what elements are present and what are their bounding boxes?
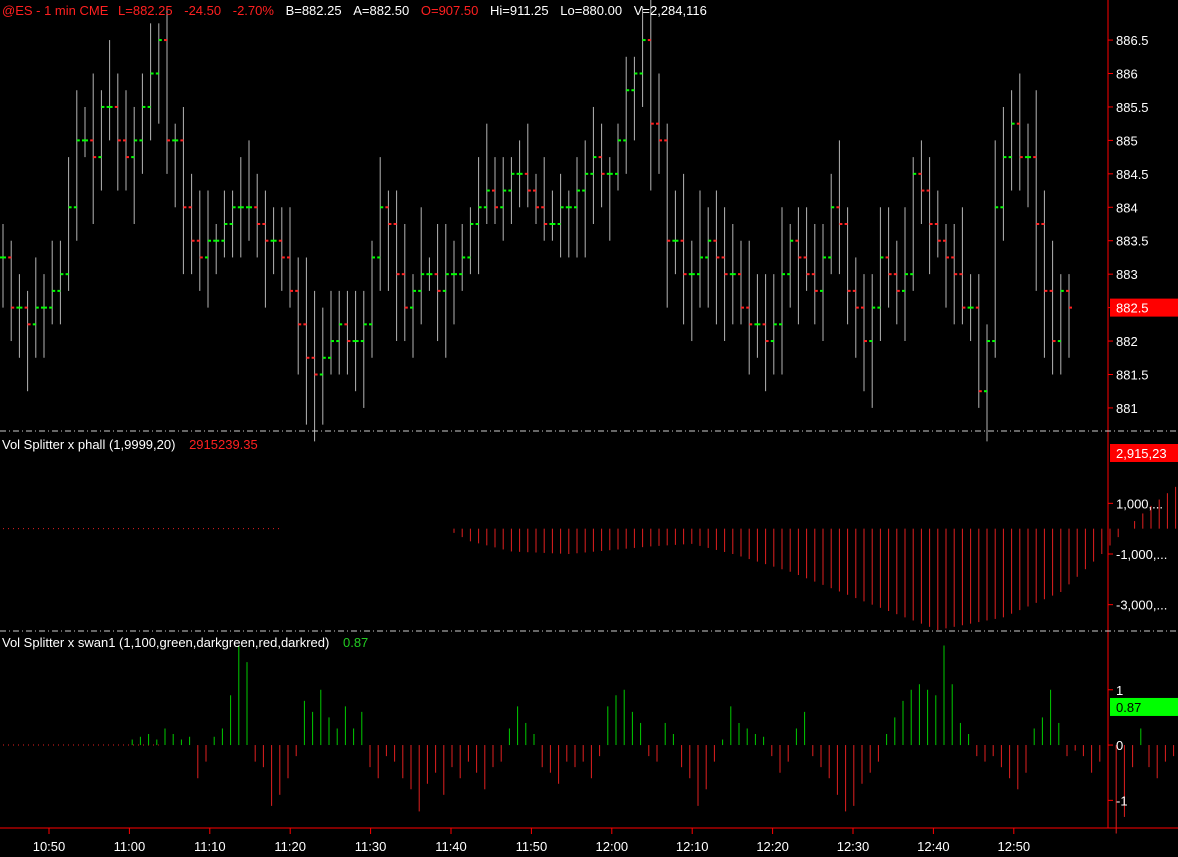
swan-value-badge: 0.87: [1116, 700, 1141, 715]
phall-name: Vol Splitter x phall (1,9999,20): [2, 437, 176, 452]
price-tick-label: 885: [1116, 133, 1138, 148]
swan-tick-label: 1: [1116, 683, 1123, 698]
time-tick-label: 11:20: [274, 839, 306, 854]
price-tick-label: 884.5: [1116, 167, 1149, 182]
swan-name: Vol Splitter x swan1 (1,100,green,darkgr…: [2, 635, 330, 650]
phall-tick-label: -1,000,...: [1116, 547, 1167, 562]
price-tick-label: 885.5: [1116, 100, 1149, 115]
time-tick-label: 11:50: [516, 839, 548, 854]
time-tick-label: 10:50: [33, 839, 66, 854]
time-tick-label: 12:20: [756, 839, 789, 854]
swan-histogram: [3, 645, 1175, 834]
time-tick-label: 12:30: [837, 839, 870, 854]
swan-tick-label: 0: [1116, 738, 1123, 753]
price-tick-label: 886.5: [1116, 33, 1149, 48]
price-bars: [0, 0, 1072, 442]
phall-value-badge: 2,915,23: [1116, 446, 1167, 461]
time-tick-label: 11:10: [194, 839, 226, 854]
symbol-label: @ES - 1 min CME: [2, 3, 109, 18]
chart-area: 886.5 886 885.5 885 884.5 884 883.5 883 882.5 882…: [0, 0, 1178, 854]
price-tick-label: 881.5: [1116, 367, 1149, 382]
low-price: Lo=880.00: [560, 3, 623, 18]
net-change: -24.50: [184, 3, 222, 18]
open-price: O=907.50: [420, 3, 479, 18]
high-price: Hi=911.25: [489, 3, 549, 18]
time-tick-label: 11:40: [435, 839, 467, 854]
percent-change: -2.70%: [232, 3, 274, 18]
phall-panel-label: Vol Splitter x phall (1,9999,20) 2915239…: [2, 437, 258, 452]
volume: V=2,284,116: [633, 3, 707, 18]
price-tick-label: 886: [1116, 67, 1138, 82]
last-price-badge: 882.5: [1116, 301, 1149, 316]
time-tick-label: 12:50: [998, 839, 1031, 854]
price-tick-label: 884: [1116, 200, 1138, 215]
price-tick-label: 882: [1116, 334, 1138, 349]
time-tick-label: 12:10: [676, 839, 709, 854]
axes: 886.5 886 885.5 885 884.5 884 883.5 883 882.5 882…: [0, 0, 1178, 854]
phall-tick-label: -3,000,...: [1116, 598, 1167, 613]
time-tick-label: 11:30: [355, 839, 387, 854]
time-tick-label: 12:00: [596, 839, 629, 854]
swan-tick-label: -1: [1116, 793, 1128, 808]
quote-header: @ES - 1 min CME L=882.25 -24.50 -2.70% B…: [2, 3, 707, 18]
swan-panel-label: Vol Splitter x swan1 (1,100,green,darkgr…: [2, 635, 368, 650]
phall-value: 2915239.35: [189, 437, 258, 452]
bid-price: B=882.25: [285, 3, 342, 18]
price-tick-label: 883.5: [1116, 234, 1149, 249]
last-price: L=882.25: [118, 3, 173, 18]
price-tick-label: 883: [1116, 267, 1138, 282]
time-tick-label: 11:00: [114, 839, 146, 854]
ask-price: A=882.50: [353, 3, 410, 18]
phall-tick-label: 1,000,...: [1116, 496, 1163, 511]
swan-value: 0.87: [342, 635, 369, 650]
phall-histogram: [3, 486, 1177, 630]
time-tick-label: 12:40: [917, 839, 950, 854]
price-tick-label: 881: [1116, 401, 1138, 416]
